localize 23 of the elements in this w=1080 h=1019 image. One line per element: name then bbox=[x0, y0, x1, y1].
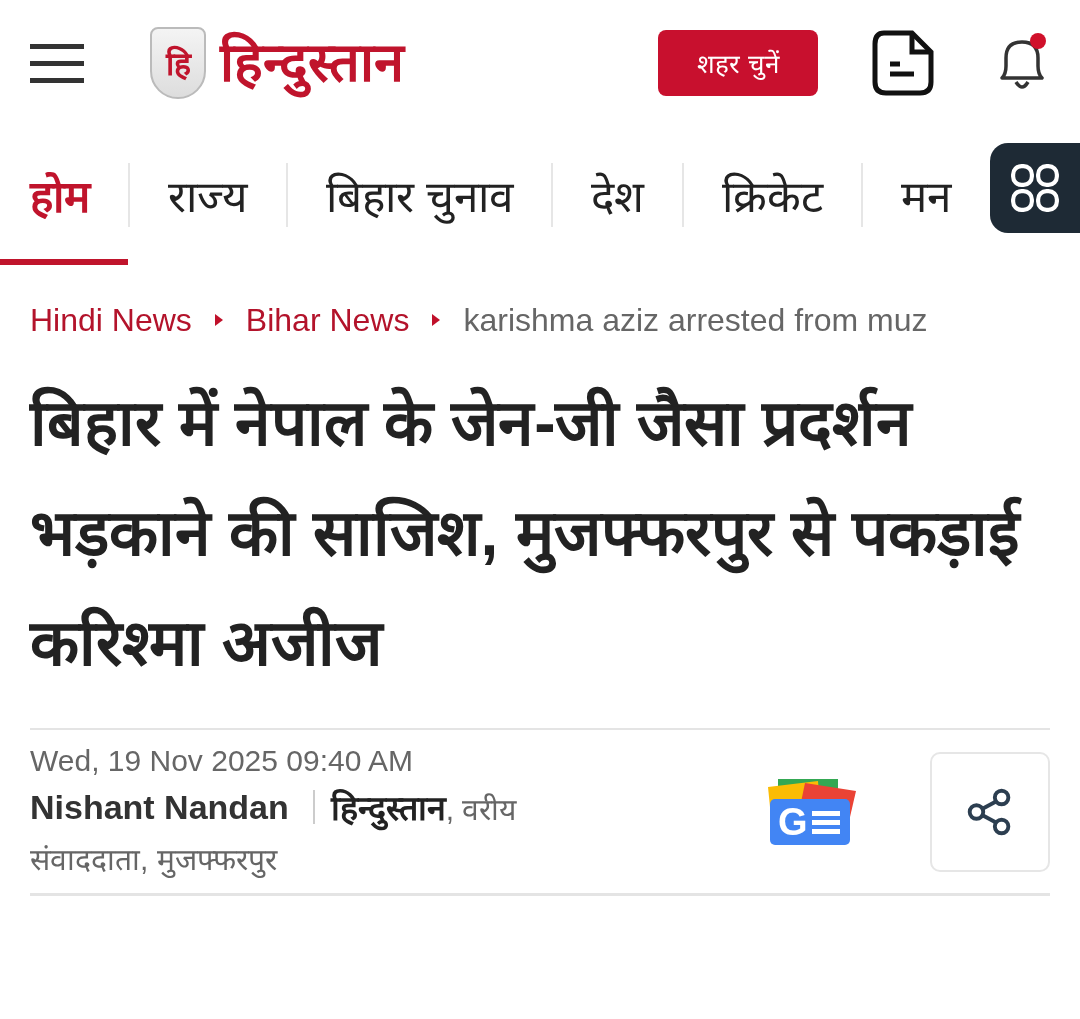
breadcrumb-current: karishma aziz arrested from muz bbox=[463, 301, 928, 339]
logo-shield[interactable]: हि bbox=[150, 26, 206, 99]
logo-text[interactable]: हिन्दुस्तान bbox=[220, 24, 404, 101]
epaper-icon[interactable] bbox=[872, 29, 934, 96]
nav-tab[interactable]: मन bbox=[863, 125, 990, 265]
city-button[interactable]: शहर चुनें bbox=[658, 29, 818, 96]
share-button[interactable] bbox=[930, 751, 1050, 872]
nav-tab[interactable]: क्रिकेट bbox=[684, 125, 862, 265]
publish-date: Wed, 19 Nov 2025 09:40 AM bbox=[30, 744, 415, 778]
chevron-icon bbox=[213, 313, 224, 327]
author-role: हिन्दुस्तान, वरीय bbox=[330, 784, 517, 830]
nav-tab[interactable]: देश bbox=[553, 125, 683, 265]
nav-tab[interactable]: राज्य bbox=[130, 125, 286, 265]
breadcrumb-link[interactable]: Bihar News bbox=[245, 301, 410, 339]
breadcrumb-link[interactable]: Hindi News bbox=[30, 301, 192, 339]
author-role: संवाददाता, मुजफ्फरपुर bbox=[30, 842, 279, 879]
grid-icon bbox=[1010, 163, 1060, 213]
author-name[interactable]: Nishant Nandan bbox=[30, 787, 289, 827]
chevron-icon bbox=[431, 313, 442, 327]
article-headline: बिहार में नेपाल के जेन-जी जैसा प्रदर्शन भड़काने की साजिश, मुजफ्फरपुर से पकड़ाई करिश्मा अजीज bbox=[30, 368, 1060, 698]
menu-icon[interactable] bbox=[30, 41, 84, 84]
nav-tab[interactable]: बिहार चुनाव bbox=[288, 125, 552, 265]
all-sections-button[interactable] bbox=[990, 143, 1080, 233]
